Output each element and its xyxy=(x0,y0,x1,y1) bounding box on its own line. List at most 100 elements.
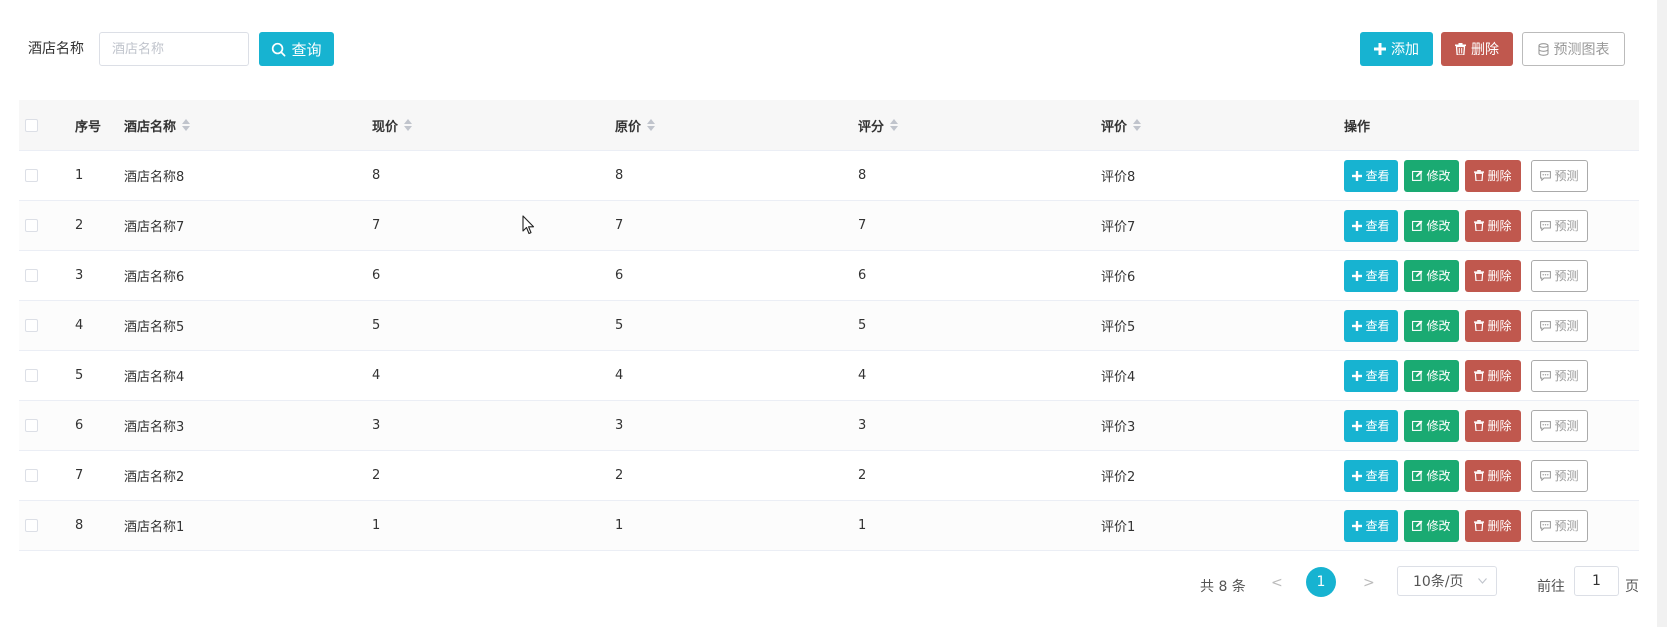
scrollbar[interactable] xyxy=(1657,0,1667,627)
hotel-table: 序号 酒店名称 现价 原价 评分 评价 操作 1 酒店名称8 8 8 8 评价8… xyxy=(19,100,1639,551)
edit-icon xyxy=(1412,420,1423,431)
row-delete-button[interactable]: 删除 xyxy=(1465,509,1521,542)
view-button[interactable]: 查看 xyxy=(1344,259,1398,292)
sort-icon[interactable] xyxy=(182,119,191,131)
delete-button-label: 删除 xyxy=(1471,42,1499,58)
row-delete-button[interactable]: 删除 xyxy=(1465,459,1521,492)
predict-button[interactable]: 预测 xyxy=(1531,309,1588,342)
row-current-price: 7 xyxy=(372,218,381,233)
row-delete-button[interactable]: 删除 xyxy=(1465,209,1521,242)
row-original-price: 6 xyxy=(615,268,624,283)
comment-icon xyxy=(1540,220,1552,231)
header-name[interactable]: 酒店名称 xyxy=(124,100,191,150)
row-delete-button[interactable]: 删除 xyxy=(1465,159,1521,192)
row-index: 7 xyxy=(75,468,84,483)
header-current-price[interactable]: 现价 xyxy=(372,100,413,150)
edit-button[interactable]: 修改 xyxy=(1404,259,1459,292)
view-button[interactable]: 查看 xyxy=(1344,209,1398,242)
predict-button[interactable]: 预测 xyxy=(1531,509,1588,542)
delete-button[interactable]: 删除 xyxy=(1441,32,1513,66)
predict-button[interactable]: 预测 xyxy=(1531,459,1588,492)
edit-button[interactable]: 修改 xyxy=(1404,209,1459,242)
edit-button[interactable]: 修改 xyxy=(1404,509,1459,542)
view-button[interactable]: 查看 xyxy=(1344,159,1398,192)
row-delete-button-label: 删除 xyxy=(1487,269,1512,283)
row-checkbox[interactable] xyxy=(25,169,38,182)
predict-button-label: 预测 xyxy=(1554,519,1579,533)
row-name: 酒店名称1 xyxy=(124,520,185,535)
row-score: 7 xyxy=(858,218,867,233)
predict-button[interactable]: 预测 xyxy=(1531,409,1588,442)
query-button-label: 查询 xyxy=(291,40,322,59)
header-score[interactable]: 评分 xyxy=(858,100,899,150)
predict-button-label: 预测 xyxy=(1554,169,1579,183)
view-button[interactable]: 查看 xyxy=(1344,409,1398,442)
header-review[interactable]: 评价 xyxy=(1101,100,1142,150)
sort-icon[interactable] xyxy=(404,119,413,131)
view-button-label: 查看 xyxy=(1365,469,1390,483)
row-delete-button[interactable]: 删除 xyxy=(1465,259,1521,292)
row-original-price: 5 xyxy=(615,318,624,333)
view-button[interactable]: 查看 xyxy=(1344,359,1398,392)
row-delete-button[interactable]: 删除 xyxy=(1465,309,1521,342)
row-checkbox[interactable] xyxy=(25,269,38,282)
edit-button-label: 修改 xyxy=(1426,169,1451,183)
predict-button[interactable]: 预测 xyxy=(1531,359,1588,392)
search-input[interactable] xyxy=(99,32,249,66)
comment-icon xyxy=(1540,170,1552,181)
row-index: 3 xyxy=(75,268,84,283)
view-button[interactable]: 查看 xyxy=(1344,309,1398,342)
view-button[interactable]: 查看 xyxy=(1344,459,1398,492)
row-actions: 查看 修改 删除 预测 xyxy=(1344,459,1588,492)
edit-button[interactable]: 修改 xyxy=(1404,159,1459,192)
edit-button[interactable]: 修改 xyxy=(1404,459,1459,492)
predict-chart-button[interactable]: 预测图表 xyxy=(1522,32,1625,66)
row-checkbox[interactable] xyxy=(25,369,38,382)
predict-button-label: 预测 xyxy=(1554,369,1579,383)
page-size-value: 10条/页 xyxy=(1413,574,1464,590)
plus-icon xyxy=(1374,43,1386,55)
predict-button[interactable]: 预测 xyxy=(1531,209,1588,242)
sort-icon[interactable] xyxy=(647,119,656,131)
row-name: 酒店名称7 xyxy=(124,220,185,235)
mouse-cursor-icon xyxy=(522,215,535,235)
row-actions: 查看 修改 删除 预测 xyxy=(1344,309,1588,342)
edit-button-label: 修改 xyxy=(1426,469,1451,483)
trash-icon xyxy=(1455,43,1466,55)
page-size-select[interactable]: 10条/页 xyxy=(1397,566,1497,596)
row-checkbox[interactable] xyxy=(25,419,38,432)
view-button-label: 查看 xyxy=(1365,269,1390,283)
view-button[interactable]: 查看 xyxy=(1344,509,1398,542)
comment-icon xyxy=(1540,520,1552,531)
pagination-prev-button[interactable]: < xyxy=(1271,575,1283,591)
sort-icon[interactable] xyxy=(890,119,899,131)
select-all-checkbox[interactable] xyxy=(25,118,38,132)
add-button[interactable]: 添加 xyxy=(1360,32,1433,66)
edit-button[interactable]: 修改 xyxy=(1404,409,1459,442)
row-delete-button[interactable]: 删除 xyxy=(1465,409,1521,442)
table-row: 2 酒店名称7 7 7 7 评价7 查看 修改 删除 预测 xyxy=(19,200,1639,250)
row-delete-button[interactable]: 删除 xyxy=(1465,359,1521,392)
edit-button-label: 修改 xyxy=(1426,319,1451,333)
row-checkbox[interactable] xyxy=(25,219,38,232)
sort-icon[interactable] xyxy=(1133,119,1142,131)
row-score: 1 xyxy=(858,518,867,533)
comment-icon xyxy=(1540,370,1552,381)
row-index: 8 xyxy=(75,518,84,533)
view-button-label: 查看 xyxy=(1365,219,1390,233)
row-current-price: 5 xyxy=(372,318,381,333)
edit-button[interactable]: 修改 xyxy=(1404,359,1459,392)
row-checkbox[interactable] xyxy=(25,319,38,332)
predict-button[interactable]: 预测 xyxy=(1531,259,1588,292)
row-score: 4 xyxy=(858,368,867,383)
pagination-page-1[interactable]: 1 xyxy=(1306,567,1336,597)
edit-button[interactable]: 修改 xyxy=(1404,309,1459,342)
goto-page-input[interactable] xyxy=(1574,566,1619,596)
pagination-next-button[interactable]: > xyxy=(1363,575,1375,591)
predict-button[interactable]: 预测 xyxy=(1531,159,1588,192)
row-checkbox[interactable] xyxy=(25,519,38,532)
header-original-price[interactable]: 原价 xyxy=(615,100,656,150)
row-checkbox[interactable] xyxy=(25,469,38,482)
plus-icon xyxy=(1352,220,1363,231)
query-button[interactable]: 查询 xyxy=(259,32,334,66)
